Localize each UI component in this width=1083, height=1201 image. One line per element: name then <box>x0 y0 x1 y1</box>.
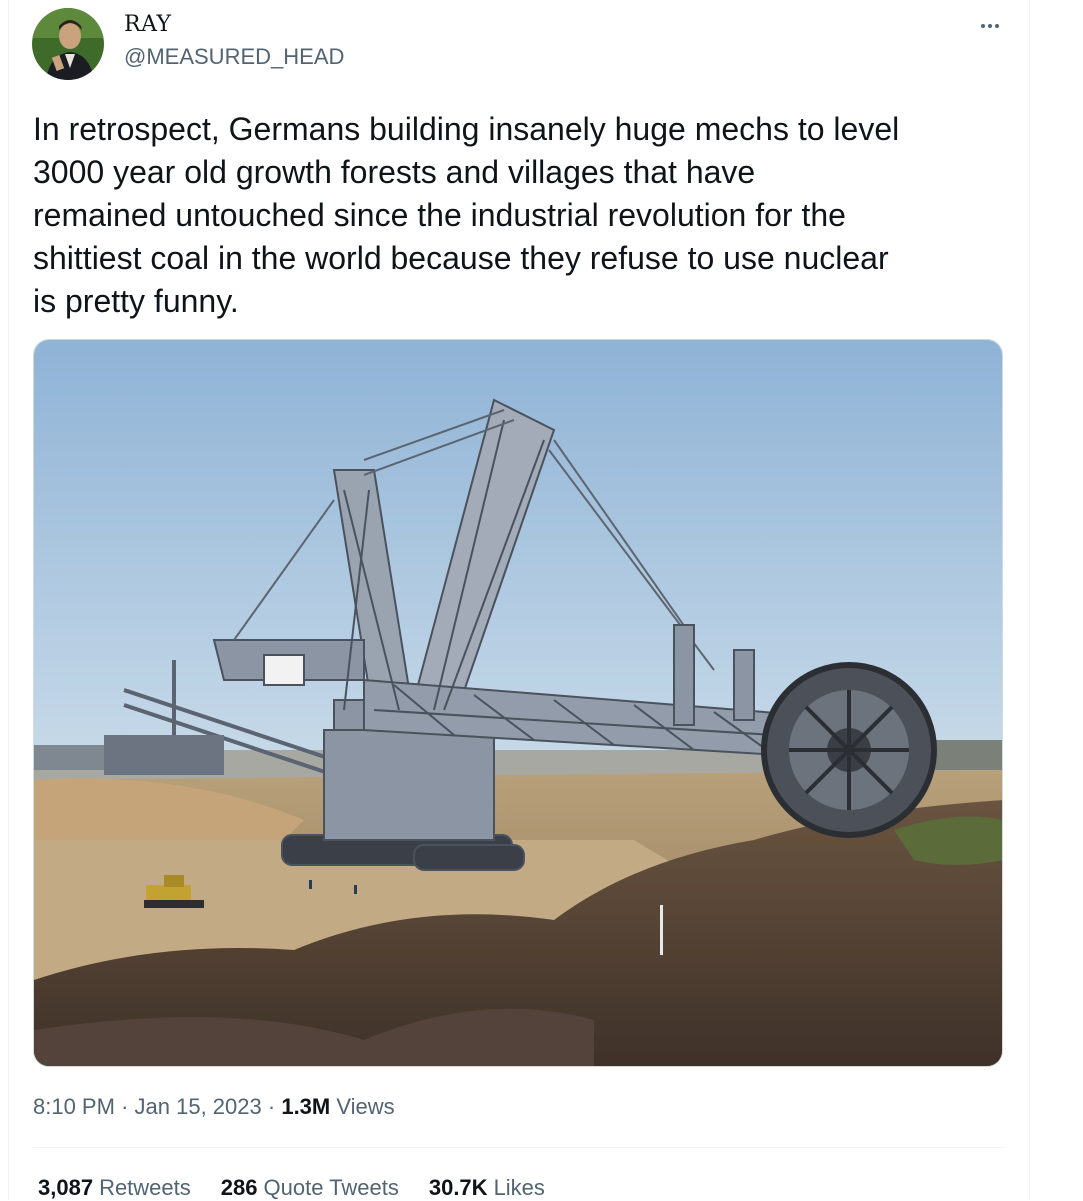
tweet-text: In retrospect, Germans building insanely… <box>33 111 900 319</box>
avatar[interactable] <box>32 8 104 80</box>
more-icon <box>981 24 985 28</box>
author-handle[interactable]: @MEASURED_HEAD <box>124 44 344 70</box>
tweet-meta: 8:10 PM · Jan 15, 2023 · 1.3M Views <box>33 1094 395 1120</box>
tweet-time[interactable]: 8:10 PM <box>33 1094 115 1119</box>
divider <box>33 1147 1005 1148</box>
quotes-count: 286 <box>220 1175 258 1200</box>
meta-separator: · <box>267 1094 276 1119</box>
more-options-button[interactable] <box>970 14 1010 38</box>
likes-label: Likes <box>493 1175 545 1200</box>
author-name[interactable]: RAY <box>124 12 172 37</box>
likes-stat[interactable]: 30.7K Likes <box>429 1175 545 1201</box>
quote-tweets-stat[interactable]: 286 Quote Tweets <box>221 1175 399 1201</box>
tweet-date[interactable]: Jan 15, 2023 <box>135 1094 262 1119</box>
retweets-label: Retweets <box>99 1175 191 1200</box>
tweet-media[interactable] <box>33 339 1003 1067</box>
views-count: 1.3M <box>281 1094 331 1119</box>
likes-count: 30.7K <box>428 1175 488 1200</box>
avatar-image <box>32 8 104 80</box>
bucket-wheel-excavator-photo <box>34 340 1002 1066</box>
meta-separator: · <box>121 1094 129 1119</box>
quotes-label: Quote Tweets <box>263 1175 399 1200</box>
views-label: Views <box>336 1094 395 1119</box>
tweet-stats: 3,087 Retweets 286 Quote Tweets 30.7K Likes <box>38 1175 545 1201</box>
retweets-count: 3,087 <box>38 1175 94 1200</box>
retweets-stat[interactable]: 3,087 Retweets <box>38 1175 191 1201</box>
